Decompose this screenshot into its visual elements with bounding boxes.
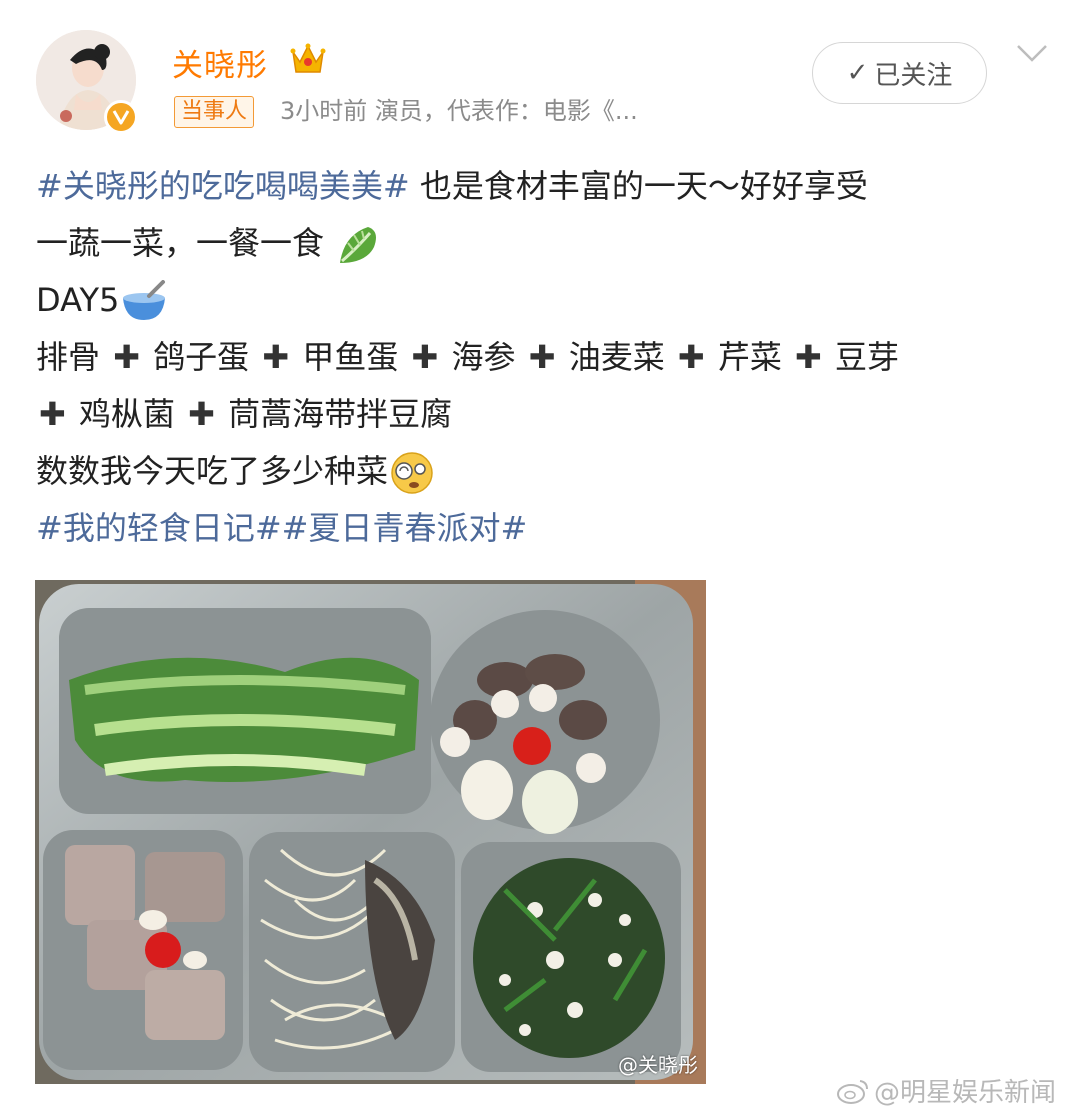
ingredient: 海参 [451, 338, 516, 376]
check-icon: ✓ [846, 58, 869, 88]
post-body: #关晓彤的吃吃喝喝美美# 也是食材丰富的一天～好好享受 一蔬一菜，一餐一食 DA… [36, 158, 1046, 557]
chevron-down-icon[interactable] [1012, 40, 1052, 66]
ingredient: 油麦菜 [568, 338, 665, 376]
post-line-2: 一蔬一菜，一餐一食 [36, 215, 1046, 272]
lettuce-emoji [340, 227, 377, 263]
post-text-segment: DAY5 [36, 281, 120, 319]
post-line-ingredients: 排骨 ✚ 鸽子蛋 ✚ 甲鱼蛋 ✚ 海参 ✚ 油麦菜 ✚ 芹菜 ✚ 豆芽 [36, 329, 1046, 386]
ingredient: 鸡枞菌 [78, 395, 175, 433]
plus-icon: ✚ [39, 395, 66, 433]
ingredient: 芹菜 [717, 338, 782, 376]
bowl-emoji [123, 280, 166, 320]
food-tray-photo[interactable]: @关晓彤 [35, 580, 706, 1084]
post-line-ingredients-2: ✚ 鸡枞菌 ✚ 茼蒿海带拌豆腐 [36, 386, 1046, 443]
post-line-3: DAY5 [36, 272, 1046, 329]
plus-icon: ✚ [795, 338, 822, 376]
post-line-6: 数数我今天吃了多少种菜 [36, 443, 1046, 500]
verified-icon [104, 100, 138, 134]
follow-label: 已关注 [874, 60, 953, 91]
party-badge: 当事人 [174, 96, 255, 128]
plus-icon: ✚ [528, 338, 556, 376]
plus-icon: ✚ [677, 338, 705, 376]
ingredient: 鸽子蛋 [153, 338, 250, 376]
follow-button[interactable]: ✓ 已关注 [812, 42, 987, 104]
ingredient: 甲鱼蛋 [302, 338, 399, 376]
plus-icon: ✚ [262, 338, 290, 376]
hashtag-link[interactable]: #关晓彤的吃吃喝喝美美# [36, 167, 410, 205]
post-text-segment: 一蔬一菜，一餐一食 [36, 224, 325, 262]
post-text-segment: 数数我今天吃了多少种菜 [36, 452, 389, 490]
post-header: 关晓彤 当事人 3小时前 演员，代表作：电影《... ✓ 已关注 [0, 0, 1080, 150]
post-line-1: #关晓彤的吃吃喝喝美美# 也是食材丰富的一天～好好享受 [36, 158, 1046, 215]
ingredient: 排骨 [36, 338, 101, 376]
ingredient: 豆芽 [835, 338, 900, 376]
crown-icon [290, 43, 326, 73]
food-tray-illustration [35, 580, 706, 1084]
post-line-7: #我的轻食日记##夏日青春派对# [36, 500, 1046, 557]
plus-icon: ✚ [113, 338, 140, 376]
ingredient: 茼蒿海带拌豆腐 [228, 395, 453, 433]
username[interactable]: 关晓彤 [172, 40, 268, 85]
plus-icon: ✚ [411, 338, 439, 376]
source-watermark-text: @明星娱乐新闻 [874, 1078, 1057, 1108]
source-watermark: @明星娱乐新闻 [836, 1072, 1056, 1109]
plus-icon: ✚ [188, 395, 215, 433]
photo-watermark: @关晓彤 [618, 1053, 698, 1077]
weibo-logo-icon [837, 1079, 868, 1104]
post-meta: 3小时前 演员，代表作：电影《... [280, 97, 638, 125]
dizzy-face-emoji [391, 452, 433, 494]
post-text-segment: 也是食材丰富的一天～好好享受 [409, 167, 868, 205]
hashtag-link[interactable]: #我的轻食日记##夏日青春派对# [36, 509, 527, 547]
